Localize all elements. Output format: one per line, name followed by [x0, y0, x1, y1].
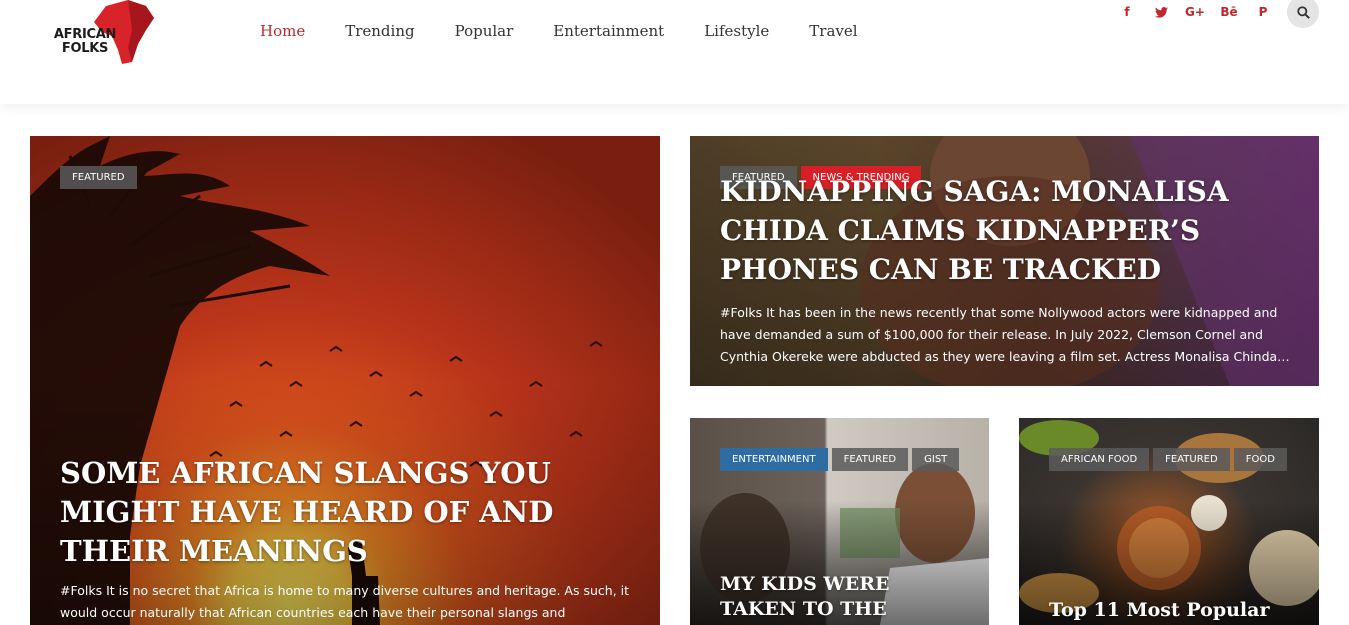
- site-logo[interactable]: AFRICAN FOLKS: [52, 0, 162, 68]
- post-card-orphanage[interactable]: ENTERTAINMENT FEATURED GIST MY KIDS WERE…: [690, 418, 989, 625]
- post-title[interactable]: Top 11 Most Popular Food: [1049, 598, 1309, 625]
- logo-line2: FOLKS: [61, 41, 109, 56]
- badge-featured[interactable]: FEATURED: [831, 448, 909, 471]
- behance-icon[interactable]: Bē: [1212, 0, 1246, 24]
- badge-featured[interactable]: FEATURED: [60, 166, 137, 189]
- post-card-food[interactable]: AFRICAN FOOD FEATURED FOOD Top 11 Most P…: [1019, 418, 1319, 625]
- search-icon: [1296, 5, 1310, 19]
- post-card-slangs[interactable]: FEATURED SOME AFRICAN SLANGS YOU MIGHT H…: [30, 136, 660, 625]
- nav-lifestyle[interactable]: Lifestyle: [704, 22, 769, 40]
- badge-food[interactable]: FOOD: [1233, 448, 1287, 471]
- badge-gist[interactable]: GIST: [912, 448, 960, 471]
- twitter-icon[interactable]: [1144, 0, 1178, 24]
- post-badges: FEATURED: [60, 166, 137, 189]
- post-badges: ENTERTAINMENT FEATURED GIST: [720, 448, 970, 471]
- nav-travel[interactable]: Travel: [809, 22, 857, 40]
- search-button[interactable]: [1287, 0, 1319, 28]
- nav-entertainment[interactable]: Entertainment: [553, 22, 664, 40]
- post-title[interactable]: MY KIDS WERE TAKEN TO THE ORPHANAGE-: [720, 572, 970, 625]
- badge-featured[interactable]: FEATURED: [1153, 448, 1230, 471]
- nav-trending[interactable]: Trending: [345, 22, 414, 40]
- google-plus-icon[interactable]: G+: [1178, 0, 1212, 24]
- social-links: f G+ Bē P: [1110, 0, 1280, 24]
- pinterest-icon[interactable]: P: [1246, 0, 1280, 24]
- post-title[interactable]: SOME AFRICAN SLANGS YOU MIGHT HAVE HEARD…: [60, 454, 640, 571]
- post-card-kidnapping[interactable]: FEATURED NEWS & TRENDING KIDNAPPING SAGA…: [690, 136, 1319, 386]
- site-header: AFRICAN FOLKS Home Trending Popular Ente…: [0, 0, 1349, 104]
- logo-text: AFRICAN FOLKS: [52, 28, 118, 56]
- nav-home[interactable]: Home: [260, 22, 305, 40]
- facebook-icon[interactable]: f: [1110, 0, 1144, 24]
- post-title[interactable]: KIDNAPPING SAGA: MONALISA CHIDA CLAIMS K…: [720, 172, 1300, 289]
- post-badges: AFRICAN FOOD FEATURED FOOD: [1049, 448, 1289, 471]
- post-excerpt: #Folks It has been in the news recently …: [720, 305, 1290, 364]
- badge-entertainment[interactable]: ENTERTAINMENT: [720, 448, 828, 471]
- post-excerpt: #Folks It is no secret that Africa is ho…: [60, 583, 630, 620]
- nav-popular[interactable]: Popular: [455, 22, 514, 40]
- main-nav: Home Trending Popular Entertainment Life…: [260, 22, 898, 40]
- badge-african-food[interactable]: AFRICAN FOOD: [1049, 448, 1150, 471]
- logo-line1: AFRICAN: [53, 27, 117, 42]
